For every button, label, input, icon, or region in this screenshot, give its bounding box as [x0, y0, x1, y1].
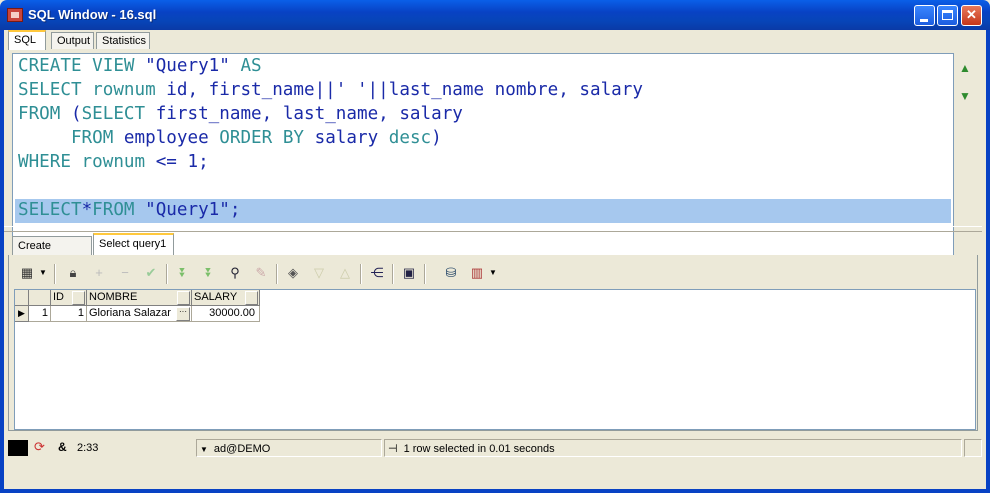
cell-salary[interactable]: 30000.00: [192, 306, 260, 322]
query-by-example-icon[interactable]: ◈: [284, 264, 302, 282]
connection-label: ad@DEMO: [213, 443, 271, 455]
tab-statistics[interactable]: Statistics: [96, 32, 150, 49]
column-header-id[interactable]: ID: [51, 290, 87, 306]
cell-id[interactable]: 1: [51, 306, 87, 322]
post-icon[interactable]: ✔: [142, 264, 160, 282]
chevron-down-icon[interactable]: ▼: [38, 264, 48, 282]
sql-text: <= 1;: [145, 152, 209, 172]
export-icon[interactable]: ⛁: [442, 264, 460, 282]
tab-output[interactable]: Output: [51, 32, 94, 49]
chevron-down-icon[interactable]: ▼: [488, 264, 498, 282]
code-line: SELECT rownum id, first_name||' '||last_…: [18, 78, 643, 102]
sql-keyword: CREATE VIEW: [18, 56, 135, 76]
column-menu-button[interactable]: [72, 291, 85, 305]
cell-nombre-value: Gloriana Salazar: [89, 307, 171, 319]
fetch-next-icon[interactable]: ⏬︎: [174, 264, 192, 282]
lock-icon[interactable]: 🔒︎: [64, 264, 82, 282]
minimize-button[interactable]: [914, 5, 935, 26]
sql-keyword: FROM: [18, 128, 114, 148]
clear-icon[interactable]: ✎: [252, 264, 270, 282]
find-icon[interactable]: ⚲: [226, 264, 244, 282]
toolbar-separator: [166, 264, 168, 284]
status-bar: ⟳ & 2:33 ▼ ad@DEMO ⊣ 1 row selected in 0.0…: [4, 437, 986, 457]
fetch-last-icon[interactable]: ⏬︎: [200, 264, 218, 282]
sql-keyword: desc: [388, 128, 432, 148]
row-number-header: [29, 290, 51, 306]
next-statement-icon[interactable]: ▼: [959, 90, 971, 102]
grid-corner: [15, 290, 29, 306]
add-record-icon[interactable]: +: [90, 264, 108, 282]
pin-icon: ⊣: [388, 443, 398, 455]
code-line: CREATE VIEW "Query1" AS: [18, 54, 643, 78]
connection-selector[interactable]: ▼ ad@DEMO: [196, 439, 382, 457]
size-grip[interactable]: [964, 439, 982, 457]
close-button[interactable]: ✕: [961, 5, 982, 26]
sql-text: salary: [304, 128, 389, 148]
toolbar-separator: [392, 264, 394, 284]
current-row-indicator-icon: ▶: [15, 306, 29, 322]
cursor-position: 2:33: [77, 442, 99, 454]
code-line: WHERE rownum <= 1;: [18, 150, 643, 174]
break-icon[interactable]: ⟳: [34, 439, 45, 455]
chart-icon[interactable]: ▥: [468, 264, 486, 282]
column-header-label: ID: [53, 291, 64, 303]
sql-text: employee: [113, 128, 220, 148]
sql-keyword: FROM: [92, 200, 135, 220]
toolbar-separator: [276, 264, 278, 284]
previous-statement-icon[interactable]: ▲: [959, 62, 971, 74]
column-header-nombre[interactable]: NOMBRE: [87, 290, 192, 306]
column-menu-button[interactable]: [177, 291, 190, 305]
tab-select-query1[interactable]: Select query1: [93, 233, 174, 255]
cell-editor-button[interactable]: ···: [176, 307, 190, 321]
column-header-label: SALARY: [194, 291, 238, 303]
sql-text: ): [431, 128, 442, 148]
code-line: SELECT*FROM "Query1";: [18, 198, 643, 222]
sql-keyword: ORDER BY: [219, 128, 305, 148]
sql-text: "Query1": [134, 56, 241, 76]
column-header-salary[interactable]: SALARY: [192, 290, 260, 306]
grid-view-icon[interactable]: ▦: [18, 264, 36, 282]
sql-keyword: WHERE rownum: [18, 152, 146, 172]
sql-text: first_name, last_name, salary: [145, 104, 463, 124]
panel-splitter[interactable]: [4, 226, 982, 232]
column-menu-button[interactable]: [245, 291, 258, 305]
sql-text: *: [81, 200, 93, 220]
sql-window-icon: [7, 8, 23, 22]
code-line: FROM (SELECT first_name, last_name, sala…: [18, 102, 643, 126]
tab-sql[interactable]: SQL: [8, 30, 46, 50]
delete-record-icon[interactable]: −: [116, 264, 134, 282]
status-grid-icon: [8, 440, 28, 456]
result-grid[interactable]: ID NOMBRE SALARY ▶ 1 1 Gloriana Salazar …: [14, 289, 976, 430]
sql-text: (: [60, 104, 82, 124]
sql-keyword: AS: [240, 56, 262, 76]
toolbar-separator: [360, 264, 362, 284]
chevron-down-icon: ▼: [200, 445, 208, 454]
sql-keyword: SELECT: [81, 104, 146, 124]
toolbar-separator: [54, 264, 56, 284]
maximize-button[interactable]: [937, 5, 958, 26]
next-icon[interactable]: △: [336, 264, 354, 282]
cell-nombre[interactable]: Gloriana Salazar ···: [87, 306, 192, 322]
sql-keyword: SELECT rownum: [18, 80, 156, 100]
ampersand-icon: &: [58, 440, 67, 454]
toolbar-separator: [424, 264, 426, 284]
window-title: SQL Window - 16.sql: [28, 7, 157, 22]
sql-text: "Query1";: [134, 200, 241, 220]
previous-icon[interactable]: ▽: [310, 264, 328, 282]
row-number: 1: [29, 306, 51, 322]
status-message: ⊣ 1 row selected in 0.01 seconds: [384, 439, 962, 457]
save-icon[interactable]: ▣: [400, 264, 418, 282]
title-bar: SQL Window - 16.sql ✕: [0, 0, 990, 30]
status-message-text: 1 row selected in 0.01 seconds: [403, 443, 555, 455]
navigation-arrows: ▲ ▼: [959, 62, 973, 118]
sql-text: id, first_name||' '||last_name nombre, s…: [155, 80, 643, 100]
sql-keyword: FROM: [18, 104, 61, 124]
sql-keyword: SELECT: [18, 200, 82, 220]
code-line: FROM employee ORDER BY salary desc): [18, 126, 643, 150]
tab-create-query1[interactable]: Create query1: [12, 236, 92, 270]
sql-code: CREATE VIEW "Query1" AS SELECT rownum id,…: [18, 54, 643, 222]
column-header-label: NOMBRE: [89, 291, 138, 303]
link-icon[interactable]: ⋲: [368, 264, 386, 282]
